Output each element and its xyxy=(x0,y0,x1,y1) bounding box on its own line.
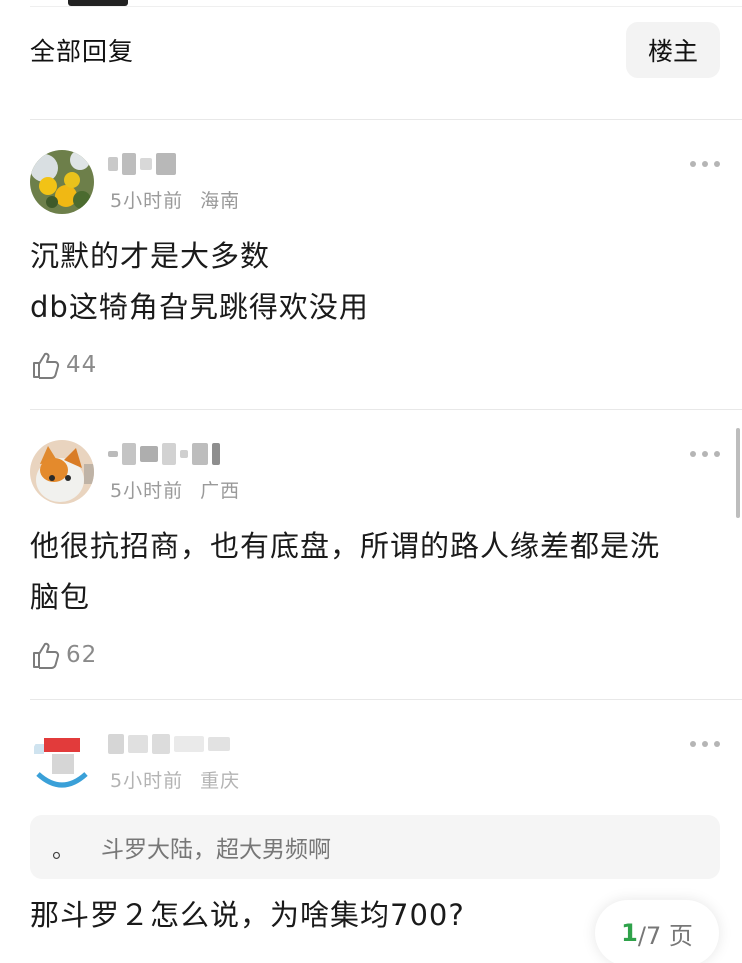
divider xyxy=(30,119,742,120)
op-filter-button[interactable]: 楼主 xyxy=(626,22,720,78)
comment-header: 5小时前 重庆 xyxy=(30,730,720,794)
comment-item: 5小时前 广西 他很抗招商，也有底盘，所谓的路人缘差都是洗 脑包 62 xyxy=(30,440,720,673)
quoted-text: 斗罗大陆，超大男频啊 xyxy=(101,837,331,863)
username-redacted[interactable] xyxy=(108,730,230,758)
comment-location: 海南 xyxy=(200,190,241,212)
comment-location: 广西 xyxy=(200,480,241,502)
comment-item: 5小时前 重庆 xyxy=(30,730,720,794)
like-count: 44 xyxy=(66,352,98,378)
username-redacted[interactable] xyxy=(108,150,176,178)
comment-item: 5小时前 海南 沉默的才是大多数 db这犄角旮旯跳得欢没用 44 xyxy=(30,150,720,383)
like-button[interactable]: 62 xyxy=(30,637,720,673)
comment-time: 5小时前 xyxy=(110,190,184,212)
comment-body: 沉默的才是大多数 db这犄角旮旯跳得欢没用 xyxy=(30,231,720,333)
divider xyxy=(30,409,742,410)
thumbs-up-icon xyxy=(33,642,60,669)
comment-header: 5小时前 广西 xyxy=(30,440,720,504)
comment-text-line: 他很抗招商，也有底盘，所谓的路人缘差都是洗 xyxy=(30,529,661,563)
divider xyxy=(30,699,742,700)
like-count: 62 xyxy=(66,642,98,668)
cartoon-avatar-icon xyxy=(30,730,94,794)
comment-time: 5小时前 xyxy=(110,770,184,792)
comment-meta: 5小时前 广西 xyxy=(110,476,240,503)
avatar[interactable] xyxy=(30,730,94,794)
top-divider xyxy=(30,6,742,7)
avatar[interactable] xyxy=(30,440,94,504)
username-redacted[interactable] xyxy=(108,440,220,468)
header-title: 全部回复 xyxy=(30,37,135,66)
replies-header: 全部回复 楼主 xyxy=(30,22,720,78)
current-page: 1 xyxy=(621,919,638,947)
comment-location: 重庆 xyxy=(200,770,241,792)
comment-header: 5小时前 海南 xyxy=(30,150,720,214)
more-options-icon[interactable] xyxy=(690,158,720,170)
comment-text-line: db这犄角旮旯跳得欢没用 xyxy=(30,290,369,324)
comment-text-line: 脑包 xyxy=(30,580,91,614)
comment-time: 5小时前 xyxy=(110,480,184,502)
quoted-reply[interactable]: 。 斗罗大陆，超大男频啊 xyxy=(30,815,720,879)
cat-avatar-icon xyxy=(30,440,94,504)
comment-body: 他很抗招商，也有底盘，所谓的路人缘差都是洗 脑包 xyxy=(30,521,720,623)
comment-meta: 5小时前 重庆 xyxy=(110,766,240,793)
page-indicator[interactable]: 1 /7 页 xyxy=(595,900,719,963)
more-options-icon[interactable] xyxy=(690,448,720,460)
like-button[interactable]: 44 xyxy=(30,347,720,383)
more-options-icon[interactable] xyxy=(690,738,720,750)
comment-meta: 5小时前 海南 xyxy=(110,186,240,213)
comment-text-line: 沉默的才是大多数 xyxy=(30,239,271,273)
comment-page: 全部回复 楼主 5小时前 海南 沉默的才是大多数 db这犄角旮旯跳得欢没用 44… xyxy=(0,0,742,963)
scrollbar[interactable] xyxy=(736,428,740,518)
quote-marker: 。 xyxy=(52,837,75,863)
flower-avatar-icon xyxy=(30,150,94,214)
thumbs-up-icon xyxy=(33,352,60,379)
avatar[interactable] xyxy=(30,150,94,214)
total-pages: /7 页 xyxy=(637,921,693,950)
